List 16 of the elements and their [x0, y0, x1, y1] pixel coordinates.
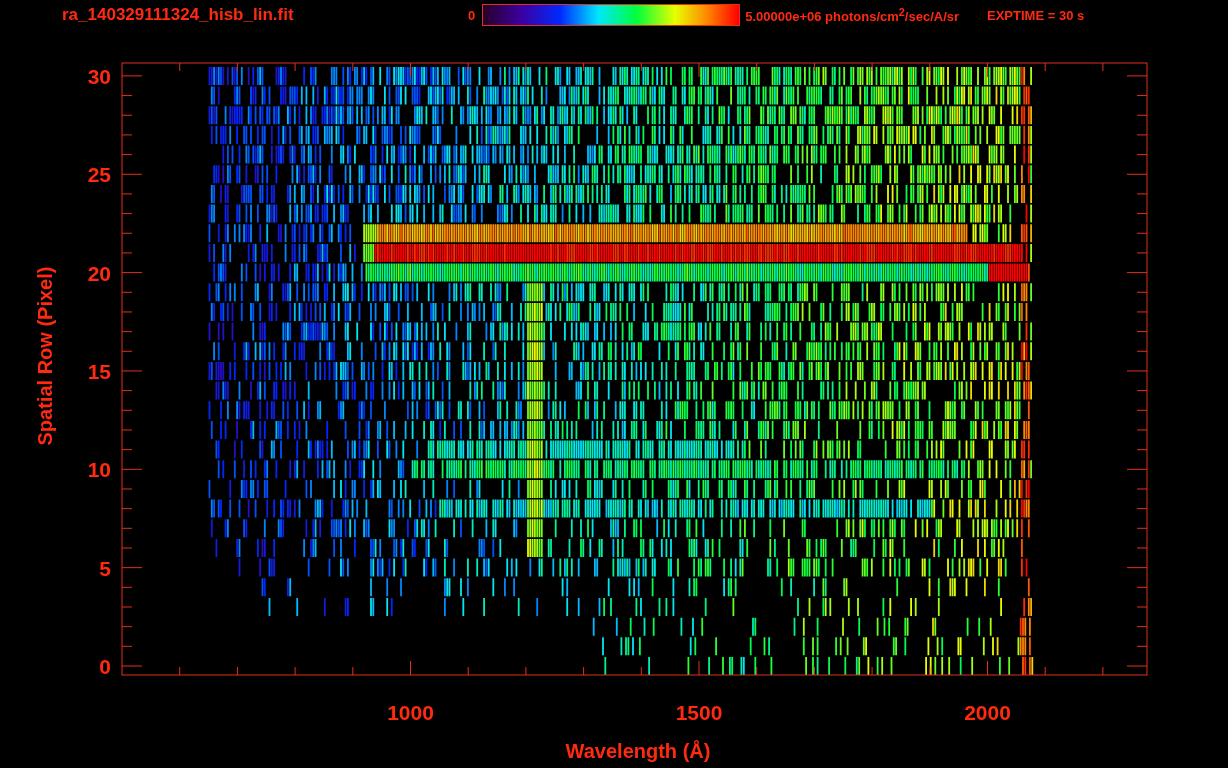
- y-tick-label: 30: [87, 64, 111, 88]
- x-tick-label: 2000: [964, 701, 1011, 724]
- y-tick-label: 0: [99, 655, 111, 678]
- x-tick-label: 1500: [675, 701, 723, 724]
- y-tick-label: 15: [87, 359, 111, 383]
- x-tick-label: 1000: [387, 701, 434, 724]
- exposure-time: EXPTIME = 30 s: [987, 7, 1085, 23]
- y-tick-label: 5: [99, 556, 111, 580]
- x-axis-title: Wavelength (Å): [565, 740, 711, 762]
- y-tick-label: 25: [87, 163, 111, 187]
- plot-title: ra_140329111324_hisb_lin.fit: [62, 5, 295, 25]
- colorbar-max-label: 5.00000e+06 photons/cm$^{2}$/sec/A/sr: [745, 5, 960, 25]
- y-tick-label: 10: [87, 458, 111, 482]
- colorbar-min-label: 0: [468, 7, 476, 23]
- y-axis-title: Spatial Row (Pixel): [34, 266, 56, 446]
- y-tick-label: 20: [87, 261, 111, 285]
